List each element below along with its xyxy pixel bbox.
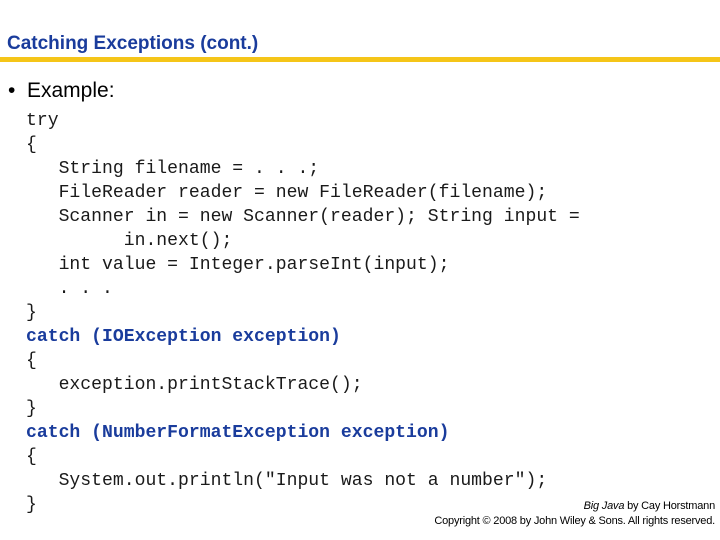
copyright-footer: Big Java by Cay Horstmann Copyright © 20… — [434, 499, 715, 529]
code-line: String filename = . . .; — [26, 159, 320, 179]
book-author: by Cay Horstmann — [624, 500, 715, 512]
code-line: { — [26, 351, 37, 371]
code-line: FileReader reader = new FileReader(filen… — [26, 183, 548, 203]
code-line-catch-ioexception: catch (IOException exception) — [26, 327, 341, 347]
code-line: } — [26, 303, 37, 323]
code-line: System.out.println("Input was not a numb… — [26, 471, 548, 491]
code-line: try — [26, 111, 59, 131]
footer-book-line: Big Java by Cay Horstmann — [434, 499, 716, 514]
slide-title: Catching Exceptions (cont.) — [7, 33, 259, 54]
title-underline-rule — [0, 57, 720, 62]
code-line: exception.printStackTrace(); — [26, 375, 363, 395]
code-line-catch-numberformatexception: catch (NumberFormatException exception) — [26, 423, 450, 443]
code-line: { — [26, 135, 37, 155]
footer-copyright: Copyright © 2008 by John Wiley & Sons. A… — [434, 515, 715, 527]
bullet-icon: • — [8, 79, 16, 102]
code-line: . . . — [26, 279, 113, 299]
code-line: } — [26, 399, 37, 419]
code-line: { — [26, 447, 37, 467]
bullet-text: Example: — [27, 79, 115, 102]
bullet-item: • Example: — [8, 79, 115, 103]
code-line: Scanner in = new Scanner(reader); String… — [26, 207, 580, 227]
code-block: try { String filename = . . .; FileReader… — [26, 109, 580, 517]
book-title: Big Java — [583, 500, 625, 512]
code-line: in.next(); — [26, 231, 233, 251]
code-line: int value = Integer.parseInt(input); — [26, 255, 450, 275]
